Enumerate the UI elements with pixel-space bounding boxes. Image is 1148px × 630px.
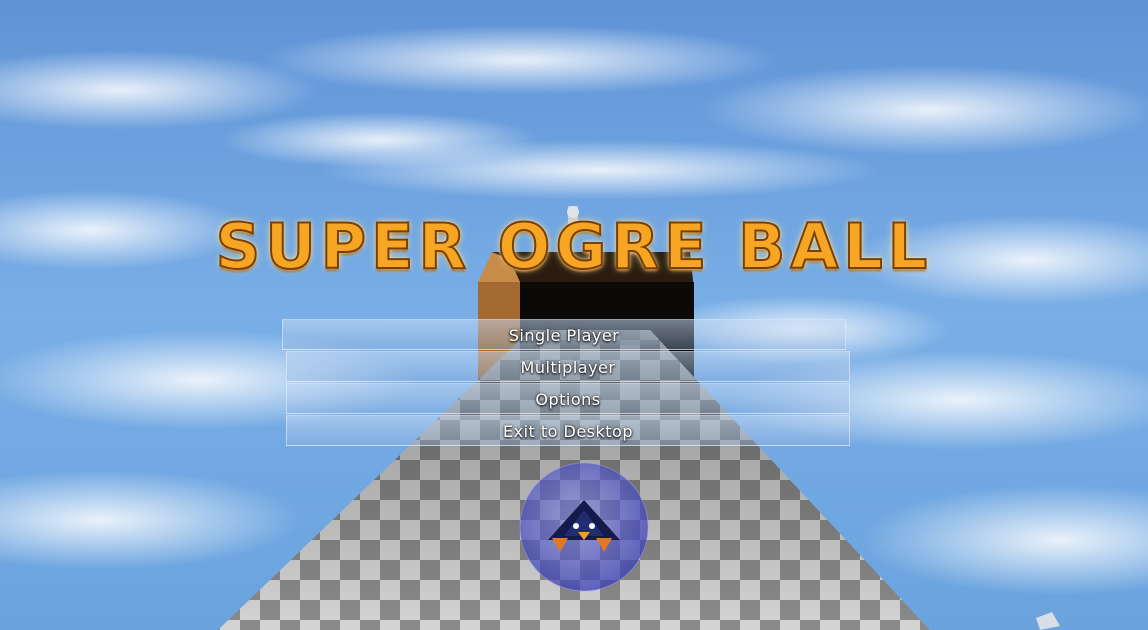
options-button[interactable]: Options: [286, 383, 850, 414]
multiplayer-button[interactable]: Multiplayer: [286, 351, 850, 382]
exit-to-desktop-button[interactable]: Exit to Desktop: [286, 415, 850, 446]
game-scene: [0, 0, 1148, 630]
goal-post-icon: [567, 206, 579, 224]
single-player-button[interactable]: Single Player: [282, 319, 846, 350]
main-menu: Single Player Multiplayer Options Exit t…: [282, 319, 850, 447]
